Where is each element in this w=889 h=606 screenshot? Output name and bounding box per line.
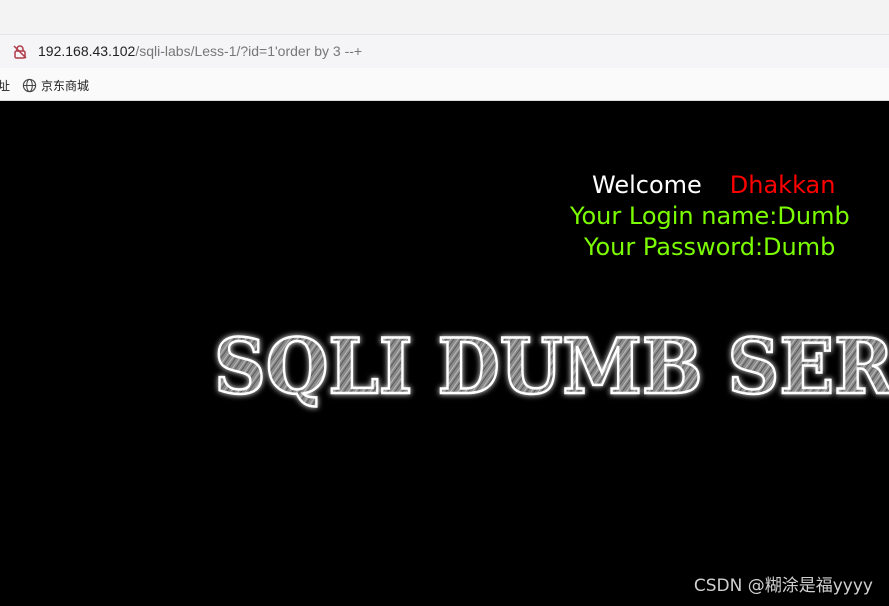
browser-tab-strip [0,0,889,34]
welcome-line: Welcome Dhakkan [592,171,835,199]
url-path: /sqli-labs/Less-1/?id=1'order by 3 --+ [135,43,363,59]
bookmarks-bar: 址 京东商城 [0,68,889,101]
password-line: Your Password:Dumb [584,233,836,261]
url-host: 192.168.43.102 [38,43,136,59]
welcome-word: Welcome [592,171,702,199]
sqli-dumb-series-banner: SQLI DUMB SERIES [0,323,889,433]
login-name-line: Your Login name:Dumb [570,202,850,230]
bookmark-item[interactable]: 京东商城 [22,76,89,94]
address-bar[interactable]: 192.168.43.102/sqli-labs/Less-1/?id=1'or… [0,34,889,68]
banner-text: SQLI DUMB SERIES [214,323,889,411]
welcome-name: Dhakkan [729,171,836,199]
bookmark-partial-label[interactable]: 址 [0,77,10,94]
page-content: Welcome Dhakkan Your Login name:Dumb Your… [0,101,889,606]
banner-graphic: SQLI DUMB SERIES [213,323,889,412]
not-secure-lock-icon[interactable] [12,44,28,60]
bookmark-label: 京东商城 [41,78,90,93]
globe-icon [22,78,37,92]
url-field[interactable]: 192.168.43.102/sqli-labs/Less-1/?id=1'or… [38,43,362,59]
csdn-watermark: CSDN @糊涂是福yyyy [693,576,873,596]
